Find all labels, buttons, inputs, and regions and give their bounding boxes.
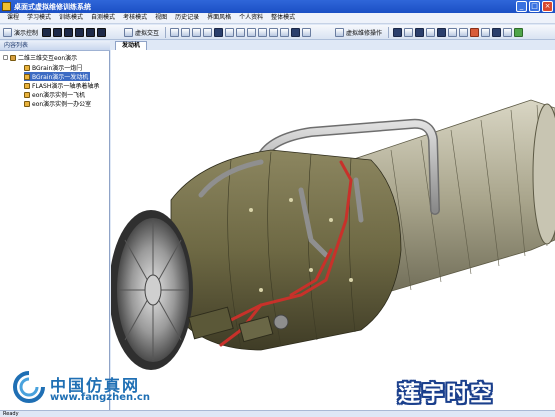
menu-ui-style[interactable]: 界面风格 — [203, 13, 235, 23]
toolbar: 演示控制 虚拟交互 虚拟维修操作 — [0, 25, 555, 40]
close-button[interactable]: × — [542, 1, 553, 12]
maximize-button[interactable]: □ — [529, 1, 540, 12]
tool-flashlight-icon[interactable] — [470, 28, 480, 37]
front-fan[interactable] — [111, 210, 193, 370]
step-forward-icon[interactable] — [75, 28, 85, 37]
title-bar: 桌面式虚拟维修训练系统 _ □ × — [0, 0, 555, 13]
tree-root[interactable]: 二维三维交互eon演示 — [3, 53, 77, 62]
demo-control-label[interactable]: 演示控制 — [14, 28, 38, 37]
end-icon[interactable] — [97, 28, 107, 37]
virtual-interact-icon[interactable] — [124, 28, 133, 37]
model-icon — [24, 82, 30, 89]
layers-icon[interactable] — [291, 28, 301, 37]
maintenance-icon[interactable] — [335, 28, 344, 37]
tree-item[interactable]: eon演示实例一办公室 — [24, 99, 93, 108]
virtual-interact-label[interactable]: 虚拟交互 — [135, 28, 159, 37]
model-icon — [24, 91, 30, 98]
watermark-lianyu: 莲宇时空 — [398, 376, 553, 410]
menu-bar: 课程 学习模式 训练模式 自测模式 考核模式 视图 历史记录 界面风格 个人资料… — [0, 13, 555, 24]
hand-icon[interactable] — [203, 28, 213, 37]
fangzhen-logo-icon — [13, 371, 45, 403]
tool-check-icon[interactable] — [514, 28, 524, 37]
toolbar-separator — [388, 27, 390, 38]
minimize-button[interactable]: _ — [516, 1, 527, 12]
tool-key-icon[interactable] — [481, 28, 491, 37]
refresh-icon[interactable] — [269, 28, 279, 37]
stop-icon[interactable] — [86, 28, 96, 37]
tree-item-label: BGrain演示一发动机 — [32, 74, 89, 81]
pause-icon[interactable] — [53, 28, 63, 37]
tree-item-selected[interactable]: BGrain演示一发动机 — [24, 72, 91, 81]
tree-root-label: 二维三维交互eon演示 — [18, 55, 78, 62]
pan-icon[interactable] — [181, 28, 191, 37]
tree-item[interactable]: FLASH演示一轴承着轴承 — [24, 81, 101, 90]
tool-pliers-icon[interactable] — [437, 28, 447, 37]
window-title: 桌面式虚拟维修训练系统 — [14, 3, 91, 11]
menu-exam-mode[interactable]: 考核模式 — [119, 13, 151, 23]
tree-item-label: eon演示实例一办公室 — [32, 101, 92, 108]
watermark-fangzhen: 中国仿真网 www.fangzhen.cn — [12, 370, 182, 406]
tool-screwdriver-icon[interactable] — [404, 28, 414, 37]
zoom-out-icon[interactable] — [247, 28, 257, 37]
step-back-icon[interactable] — [64, 28, 74, 37]
maintenance-label[interactable]: 虚拟维修操作 — [346, 28, 382, 37]
menu-learn-mode[interactable]: 学习模式 — [23, 13, 55, 23]
toolbar-separator — [165, 27, 167, 38]
tool-gauge-icon[interactable] — [426, 28, 436, 37]
settings-icon[interactable] — [302, 28, 312, 37]
tree-item-label: eon演示实例一飞机 — [32, 92, 86, 99]
select-icon[interactable] — [214, 28, 224, 37]
tab-engine[interactable]: 发动机 — [115, 41, 148, 50]
3d-viewport[interactable] — [111, 50, 555, 410]
model-icon — [24, 73, 30, 80]
watermark-brand: 莲宇时空 — [398, 382, 495, 407]
menu-course[interactable]: 课程 — [3, 13, 23, 23]
camera-icon[interactable] — [280, 28, 290, 37]
document-tabs: 发动机 — [111, 41, 555, 50]
zoom-in-icon[interactable] — [236, 28, 246, 37]
menu-selftest-mode[interactable]: 自测模式 — [87, 13, 119, 23]
move-icon[interactable] — [192, 28, 202, 37]
app-icon — [2, 2, 11, 11]
menu-overall-mode[interactable]: 整体模式 — [267, 13, 299, 23]
tree-item-label: BGrain演示一炮闩 — [32, 65, 83, 72]
tree-item[interactable]: BGrain演示一炮闩 — [24, 63, 84, 72]
tool-meter-icon[interactable] — [503, 28, 513, 37]
tree-item-label: FLASH演示一轴承着轴承 — [32, 83, 100, 90]
rotate-icon[interactable] — [170, 28, 180, 37]
menu-profile[interactable]: 个人资料 — [235, 13, 267, 23]
tool-hammer-icon[interactable] — [415, 28, 425, 37]
watermark-url: www.fangzhen.cn — [50, 392, 150, 403]
model-icon — [24, 64, 30, 71]
tree-item[interactable]: eon演示实例一飞机 — [24, 90, 87, 99]
content-list-header: 内容列表 — [0, 41, 110, 51]
fit-icon[interactable] — [225, 28, 235, 37]
play-icon[interactable] — [42, 28, 52, 37]
tool-wrench-icon[interactable] — [393, 28, 403, 37]
tool-clamp-icon[interactable] — [459, 28, 469, 37]
status-bar: Ready — [0, 410, 555, 417]
collapse-icon[interactable] — [3, 55, 8, 60]
tool-cutter-icon[interactable] — [492, 28, 502, 37]
menu-train-mode[interactable]: 训练模式 — [55, 13, 87, 23]
content-list-panel: 内容列表 二维三维交互eon演示 BGrain演示一炮闩 BGrain演示一发动… — [0, 41, 110, 410]
menu-history[interactable]: 历史记录 — [171, 13, 203, 23]
model-icon — [24, 100, 30, 107]
tool-socket-icon[interactable] — [448, 28, 458, 37]
demo-control-icon[interactable] — [3, 28, 12, 37]
folder-icon — [10, 54, 16, 61]
engine-model[interactable] — [111, 50, 555, 410]
zoom-window-icon[interactable] — [258, 28, 268, 37]
menu-view[interactable]: 视图 — [151, 13, 171, 23]
